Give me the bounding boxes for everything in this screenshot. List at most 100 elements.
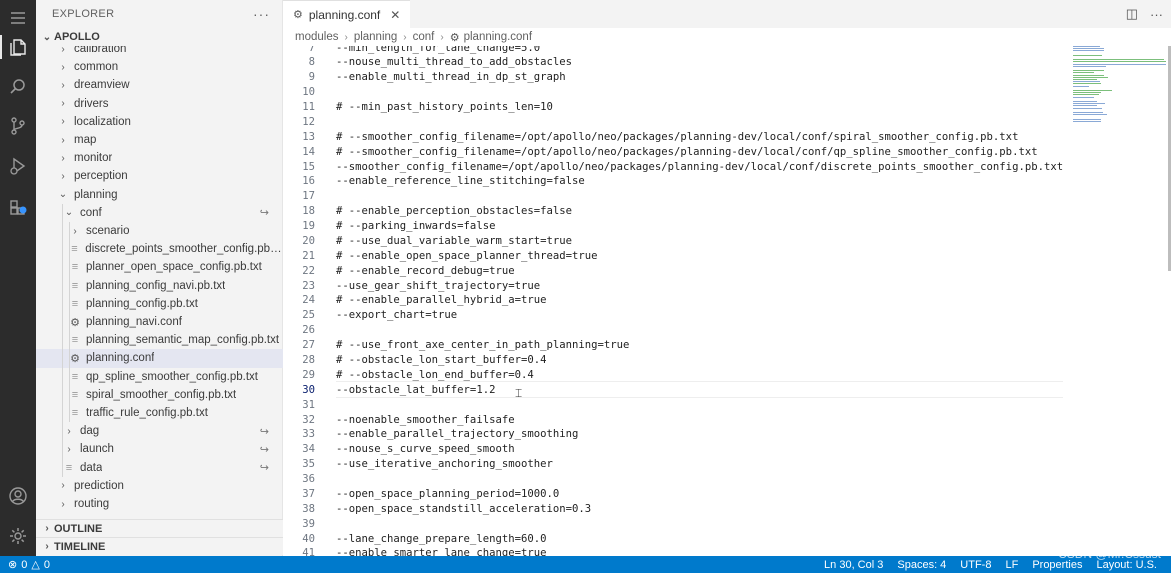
chevron-right-icon: › [440,31,444,43]
tab-planning-conf[interactable]: ⚙ planning.conf ✕ [283,0,411,28]
tree-item[interactable]: ⚙ planning.conf [36,349,283,368]
tree-item[interactable]: › routing [36,495,283,513]
code-line: 30 --obstacle_lat_buffer=1.2 [283,382,1063,397]
code-line: 10 [283,85,1063,100]
tree-item[interactable]: › dreamview [36,76,283,94]
line-number: 21 [302,249,315,262]
breadcrumb: modules › planning › conf › ⚙ planning.c… [283,28,1171,46]
tree-item[interactable]: › calibration [36,46,283,58]
settings-gear-icon[interactable] [0,518,36,554]
file-icon: ≡ [71,334,79,347]
symlink-arrow-icon: ↪ [259,462,269,475]
breadcrumb-item[interactable]: conf [413,31,435,43]
close-icon[interactable]: ✕ [390,8,400,22]
problems-indicator[interactable]: ⊗ 0 △ 0 [0,558,50,572]
symlink-arrow-icon: ↪ [259,207,269,220]
line-number: 38 [302,502,315,515]
tree-item[interactable]: ≡ planner_open_space_config.pb.txt [36,258,283,276]
run-debug-icon[interactable] [0,148,36,184]
tree-item[interactable]: › perception [36,167,283,185]
minimap-line [1073,94,1100,96]
cursor-position[interactable]: Ln 30, Col 3 [824,559,883,571]
code-line: 34 --nouse_s_curve_speed_smooth [283,442,1063,457]
outline-section[interactable]: › OUTLINE [36,519,283,537]
tree-item[interactable]: › monitor [36,149,283,167]
code-line: 32 --noenable_smoother_failsafe [283,412,1063,427]
chevron-down-icon: ⌄ [42,31,52,43]
breadcrumb-item[interactable]: planning [354,31,397,43]
tree-item[interactable]: ≡ data ↪ [36,459,283,477]
tree-item[interactable]: ≡ planning_config.pb.txt [36,295,283,313]
tree-item[interactable]: › map [36,131,283,149]
minimap-line [1073,90,1113,91]
search-icon[interactable] [0,69,36,105]
explorer-icon[interactable] [0,29,36,65]
tree-item[interactable]: › scenario [36,222,283,240]
line-number: 15 [302,160,315,173]
chevron-down-icon: ⌄ [58,189,68,201]
code-text: --open_space_standstill_acceleration=0.3 [336,502,592,515]
warning-count: 0 [43,558,50,571]
minimap-line [1073,101,1097,102]
tree-item[interactable]: ≡ traffic_rule_config.pb.txt [36,404,283,422]
end-of-line[interactable]: LF [1005,559,1018,571]
tree-item-label: data [80,461,103,474]
code-line: 12 [283,114,1063,129]
tree-item[interactable]: ≡ spiral_smoother_config.pb.txt [36,386,283,404]
tree-item[interactable]: › launch ↪ [36,440,283,458]
split-editor-icon[interactable]: ◫ [1126,6,1138,22]
minimap-line [1073,85,1090,87]
tree-item-label: planning [74,188,118,201]
chevron-down-icon: ⌄ [64,207,74,219]
breadcrumb-item[interactable]: planning.conf [464,31,532,43]
minimap-line [1073,74,1105,76]
explorer-header: EXPLORER ··· [36,0,282,28]
tree-item[interactable]: ⚙ planning_navi.conf [36,313,283,331]
tree-item[interactable]: ≡ planning_semantic_map_config.pb.txt [36,331,283,349]
minimap-line [1073,61,1166,63]
code-line: 8 --nouse_multi_thread_to_add_obstacles [283,55,1063,70]
file-tree: › calibration › common › dreamview › drivers › lo… [36,46,283,516]
tree-item-label: dag [80,425,100,438]
line-number: 39 [302,517,315,530]
minimap-line [1073,96,1095,98]
extensions-icon[interactable] [0,189,36,225]
code-text: # --smoother_config_filename=/opt/apollo… [336,130,1019,143]
chevron-right-icon: › [403,31,407,43]
tree-item[interactable]: › localization [36,113,283,131]
breadcrumb-item[interactable]: modules [295,31,338,43]
account-icon[interactable] [0,478,36,514]
more-actions-icon[interactable]: ··· [253,6,270,22]
workspace-root[interactable]: ⌄ APOLLO [36,28,282,46]
minimap-line [1073,65,1107,67]
code-text: # --use_dual_variable_warm_start=true [336,234,572,247]
line-number: 12 [302,115,315,128]
indent-guide [69,222,70,423]
code-text: --enable_smarter_lane_change=true [336,547,547,556]
tree-item[interactable]: ⌄ planning [36,186,283,204]
code-line: 18 # --enable_perception_obstacles=false [283,204,1063,219]
line-number: 10 [302,86,315,99]
tree-item[interactable]: ›task_manager [36,513,283,516]
tree-item[interactable]: › prediction [36,477,283,495]
source-control-icon[interactable] [0,108,36,144]
tree-item[interactable]: › common [36,58,283,76]
tree-item[interactable]: ≡ planning_config_navi.pb.txt [36,277,283,295]
minimap[interactable] [1073,46,1168,136]
code-editor[interactable]: 7 --min_length_for_lane_change=5.0 8 --nous… [283,46,1063,556]
more-actions-icon[interactable]: ··· [1150,7,1163,22]
tree-item[interactable]: ≡ discrete_points_smoother_config.pb.t... [36,240,283,258]
encoding[interactable]: UTF-8 [960,559,991,571]
timeline-section[interactable]: › TIMELINE [36,537,283,555]
tree-item-label: common [74,61,119,74]
tree-item[interactable]: ≡ qp_spline_smoother_config.pb.txt [36,368,283,386]
code-text: --lane_change_prepare_length=60.0 [336,532,547,545]
line-number: 7 [308,46,315,54]
file-icon: ≡ [71,388,79,401]
tree-item[interactable]: › dag ↪ [36,422,283,440]
code-text: --nouse_multi_thread_to_add_obstacles [336,56,572,69]
indentation[interactable]: Spaces: 4 [897,559,946,571]
code-text: --export_chart=true [336,309,458,322]
tree-item[interactable]: › drivers [36,95,283,113]
tree-item[interactable]: ⌄ conf ↪ [36,204,283,222]
